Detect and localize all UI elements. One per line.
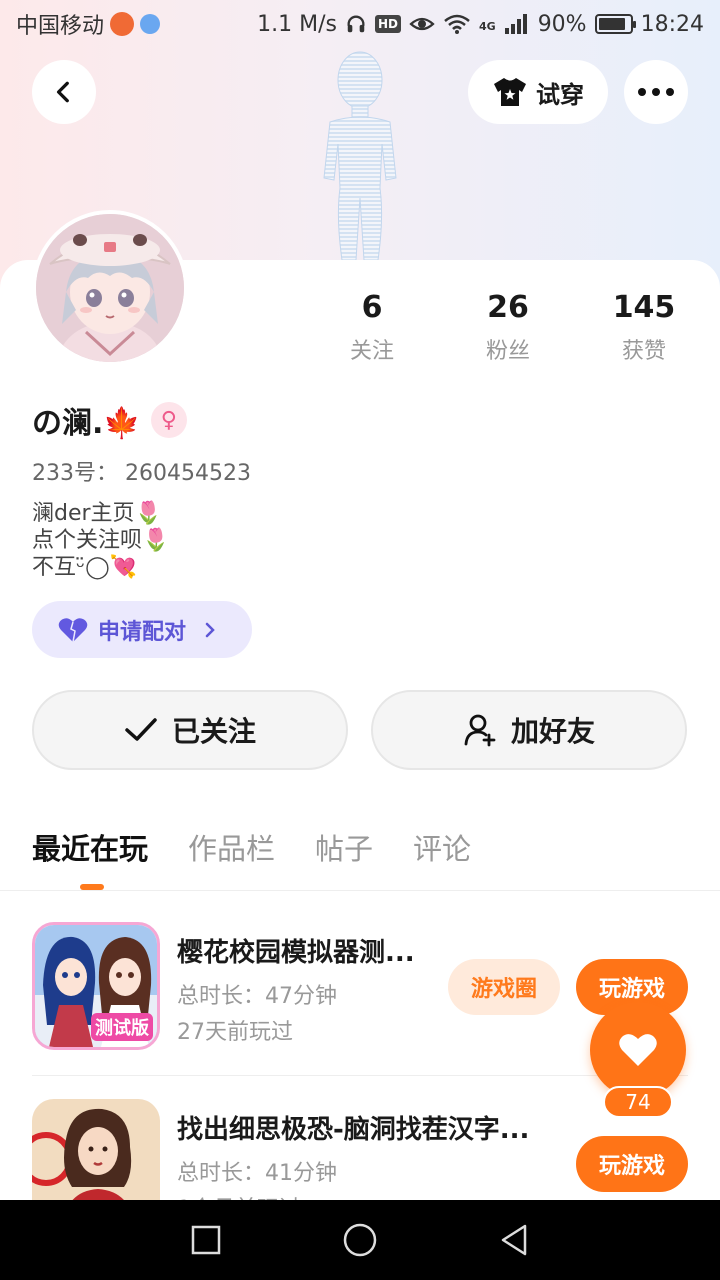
game-circle-button[interactable]: 游戏圈 bbox=[448, 959, 560, 1015]
request-pair-label: 申请配对 bbox=[98, 619, 187, 645]
username: の澜.🍁 bbox=[32, 406, 141, 441]
recent-apps-button[interactable] bbox=[190, 1224, 222, 1256]
play-game-button[interactable]: 玩游戏 bbox=[576, 1136, 688, 1192]
female-gender-icon: ♀ bbox=[150, 402, 187, 438]
followers-label: 粉丝 bbox=[485, 339, 530, 364]
like-button[interactable] bbox=[590, 1002, 686, 1098]
following-label: 关注 bbox=[349, 339, 394, 364]
following-button[interactable]: 已关注 bbox=[32, 690, 348, 770]
game-last-played: 1个月前玩过 bbox=[177, 1191, 301, 1200]
headphones-icon bbox=[347, 15, 365, 33]
add-friend-button[interactable]: 加好友 bbox=[371, 690, 687, 770]
following-button-label: 已关注 bbox=[171, 715, 256, 748]
tab-comments[interactable]: 评论 bbox=[413, 826, 471, 868]
location-app-icon bbox=[140, 14, 161, 34]
try-on-button[interactable]: 试穿 bbox=[468, 60, 608, 124]
eye-icon bbox=[409, 17, 435, 31]
heart-icon bbox=[619, 1034, 657, 1066]
add-user-icon bbox=[464, 714, 496, 747]
status-bar: 中国移动 1.1 M/s HD 4G 90% 18:24 bbox=[0, 0, 720, 48]
battery-icon bbox=[594, 14, 636, 34]
user-bio: 澜der主页🌷 点个关注呗🌷 不互ᵕ̈◯💘 bbox=[32, 501, 170, 580]
try-on-label: 试穿 bbox=[536, 80, 584, 109]
tab-divider bbox=[0, 890, 720, 891]
game-list-item[interactable]: 测试版 樱花校园模拟器测... 总时长：47分钟 27天前玩过 游戏圈 玩游戏 bbox=[32, 922, 688, 1052]
username-row: の澜.🍁 ♀ bbox=[32, 398, 187, 442]
more-button[interactable] bbox=[624, 60, 688, 124]
heart-icon bbox=[58, 617, 88, 642]
add-friend-label: 加好友 bbox=[510, 715, 595, 748]
network-speed: 1.1 M/s bbox=[257, 11, 337, 37]
user-id: 233号： 260454523 bbox=[32, 461, 251, 486]
anime-avatar-image bbox=[36, 214, 184, 362]
signal-icon bbox=[504, 14, 527, 34]
tshirt-icon bbox=[494, 78, 526, 106]
following-count: 6 bbox=[361, 290, 383, 325]
carrier-label: 中国移动 bbox=[16, 14, 105, 39]
game-duration: 总时长：47分钟 bbox=[177, 984, 337, 1009]
profile-stats: 6 关注 26 粉丝 145 获赞 bbox=[304, 290, 712, 365]
followers-count: 26 bbox=[487, 290, 529, 325]
likes-count: 145 bbox=[612, 290, 676, 325]
chevron-left-icon bbox=[56, 81, 69, 103]
game-title: 樱花校园模拟器测... bbox=[177, 938, 415, 968]
followers-stat[interactable]: 26 粉丝 bbox=[440, 290, 576, 365]
following-stat[interactable]: 6 关注 bbox=[304, 290, 440, 365]
game-icon-sakura: 测试版 bbox=[32, 922, 160, 1050]
likes-label: 获赞 bbox=[621, 339, 666, 364]
request-pair-button[interactable]: 申请配对 bbox=[32, 601, 252, 658]
carrier-app-icon bbox=[110, 12, 135, 36]
clock: 18:24 bbox=[640, 11, 704, 37]
find-difference-icon-art bbox=[32, 1099, 160, 1200]
like-count: 74 bbox=[603, 1086, 673, 1118]
game-icon-find-difference bbox=[32, 1099, 160, 1200]
back-nav-button[interactable] bbox=[498, 1223, 530, 1257]
game-duration: 总时长：41分钟 bbox=[177, 1161, 337, 1186]
system-navigation-bar bbox=[0, 1200, 720, 1280]
avatar[interactable] bbox=[32, 210, 188, 366]
battery-percent: 90% bbox=[537, 11, 587, 37]
list-divider bbox=[32, 1075, 688, 1076]
game-last-played: 27天前玩过 bbox=[177, 1020, 293, 1045]
chevron-right-icon bbox=[205, 622, 215, 637]
wifi-icon bbox=[444, 14, 470, 34]
avatar-figure-illustration bbox=[323, 51, 397, 261]
battery-level bbox=[598, 18, 626, 30]
checkmark-icon bbox=[125, 718, 157, 741]
likes-stat[interactable]: 145 获赞 bbox=[576, 290, 712, 365]
tab-recently-played[interactable]: 最近在玩 bbox=[32, 826, 148, 868]
tab-works[interactable]: 作品栏 bbox=[188, 826, 275, 868]
test-version-badge: 测试版 bbox=[91, 1013, 153, 1041]
home-button[interactable] bbox=[342, 1222, 378, 1258]
game-list-item[interactable]: 找出细思极恐-脑洞找茬汉字... 总时长：41分钟 1个月前玩过 玩游戏 bbox=[32, 1099, 688, 1200]
more-dots-icon bbox=[638, 88, 674, 96]
hd-badge: HD bbox=[374, 15, 401, 33]
tab-posts[interactable]: 帖子 bbox=[315, 826, 373, 868]
game-title: 找出细思极恐-脑洞找茬汉字... bbox=[177, 1115, 530, 1145]
network-type: 4G bbox=[479, 19, 496, 33]
back-button[interactable] bbox=[32, 60, 96, 124]
profile-tabs: 最近在玩 作品栏 帖子 评论 bbox=[32, 826, 471, 868]
